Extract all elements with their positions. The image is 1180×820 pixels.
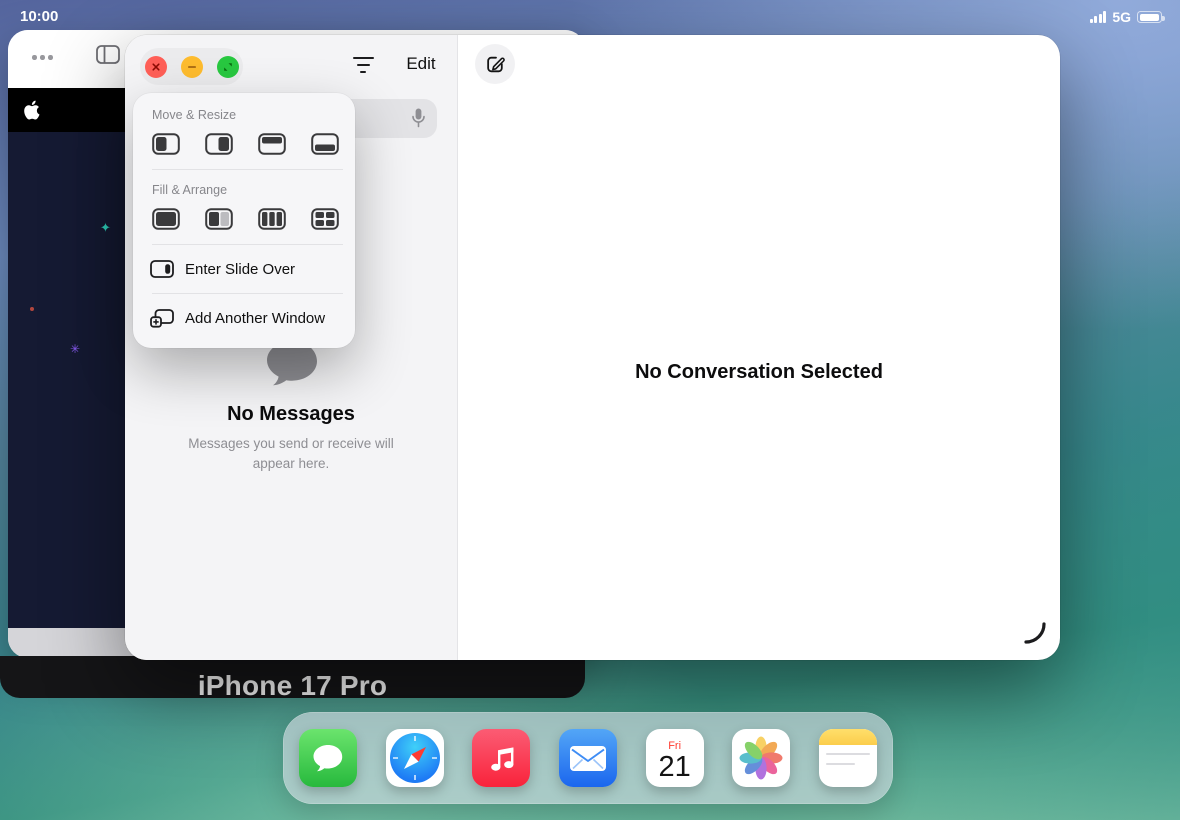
dock-messages-icon[interactable] [299,729,357,787]
notes-yellow-band [819,729,877,745]
notes-line [826,753,870,755]
fill-arrange-options [133,197,355,244]
move-left-half-button[interactable] [152,133,180,155]
compass-icon [390,733,440,783]
calendar-weekday: Fri [668,740,681,752]
dot-icon [30,307,34,311]
move-right-half-button[interactable] [205,133,233,155]
cellular-signal-icon [1090,11,1107,23]
status-bar-right: 5G [1090,9,1162,25]
dock-music-icon[interactable] [472,729,530,787]
zoom-window-button[interactable] [217,56,239,78]
move-bottom-half-button[interactable] [311,133,339,155]
dock-calendar-icon[interactable]: Fri 21 [646,729,704,787]
fill-arrange-section-label: Fill & Arrange [133,170,355,197]
edit-button[interactable]: Edit [395,54,447,74]
envelope-icon [569,745,607,772]
no-messages-title: No Messages [125,403,457,426]
compose-icon [485,54,506,75]
add-another-window-label: Add Another Window [185,310,325,327]
window-resize-handle[interactable] [1024,622,1046,649]
move-top-half-button[interactable] [258,133,286,155]
network-type-label: 5G [1112,9,1131,25]
messages-bubble-icon [311,742,345,774]
notes-line [826,763,855,765]
dock-photos-icon[interactable] [732,729,790,787]
dock-notes-icon[interactable] [819,729,877,787]
add-window-icon [150,309,174,328]
arrange-grid-button[interactable] [311,208,339,230]
status-bar-time: 10:00 [20,8,58,25]
background-app-label-bar: iPhone 17 Pro [0,656,585,698]
background-app-title: iPhone 17 Pro [0,670,585,698]
no-conversation-title: No Conversation Selected [458,361,1060,384]
apple-logo-icon [23,100,40,120]
filter-button[interactable] [346,48,380,82]
asterisk-icon: ✳ [70,342,80,356]
move-resize-options [133,122,355,169]
enter-slide-over-label: Enter Slide Over [185,261,295,278]
window-controls-menu: Move & Resize Fill & Arrange [133,93,355,348]
photos-flower-icon [738,735,784,781]
dock: Fri 21 [283,712,893,804]
dock-mail-icon[interactable] [559,729,617,787]
arrange-split-view-button[interactable] [205,208,233,230]
ipad-screen: ✦ ✳ iPhone 17 Pro Edi [0,0,1180,820]
compose-button[interactable] [475,44,515,84]
sidebar-toggle-icon[interactable] [96,45,120,69]
calendar-day: 21 [658,752,690,782]
arrange-three-column-button[interactable] [258,208,286,230]
microphone-icon[interactable] [411,107,426,134]
sparkle-icon: ✦ [100,220,111,236]
fill-full-screen-button[interactable] [152,208,180,230]
minimize-window-button[interactable] [181,56,203,78]
close-window-button[interactable] [145,56,167,78]
window-controls-pill [140,48,243,85]
battery-icon [1137,11,1162,23]
slide-over-icon [150,260,174,278]
music-note-icon [485,744,517,772]
add-another-window-item[interactable]: Add Another Window [133,294,355,343]
no-messages-subtitle: Messages you send or receive will appear… [125,434,457,475]
enter-slide-over-item[interactable]: Enter Slide Over [133,245,355,293]
move-resize-section-label: Move & Resize [133,108,355,122]
more-options-icon[interactable] [32,55,53,60]
dock-safari-icon[interactable] [386,729,444,787]
